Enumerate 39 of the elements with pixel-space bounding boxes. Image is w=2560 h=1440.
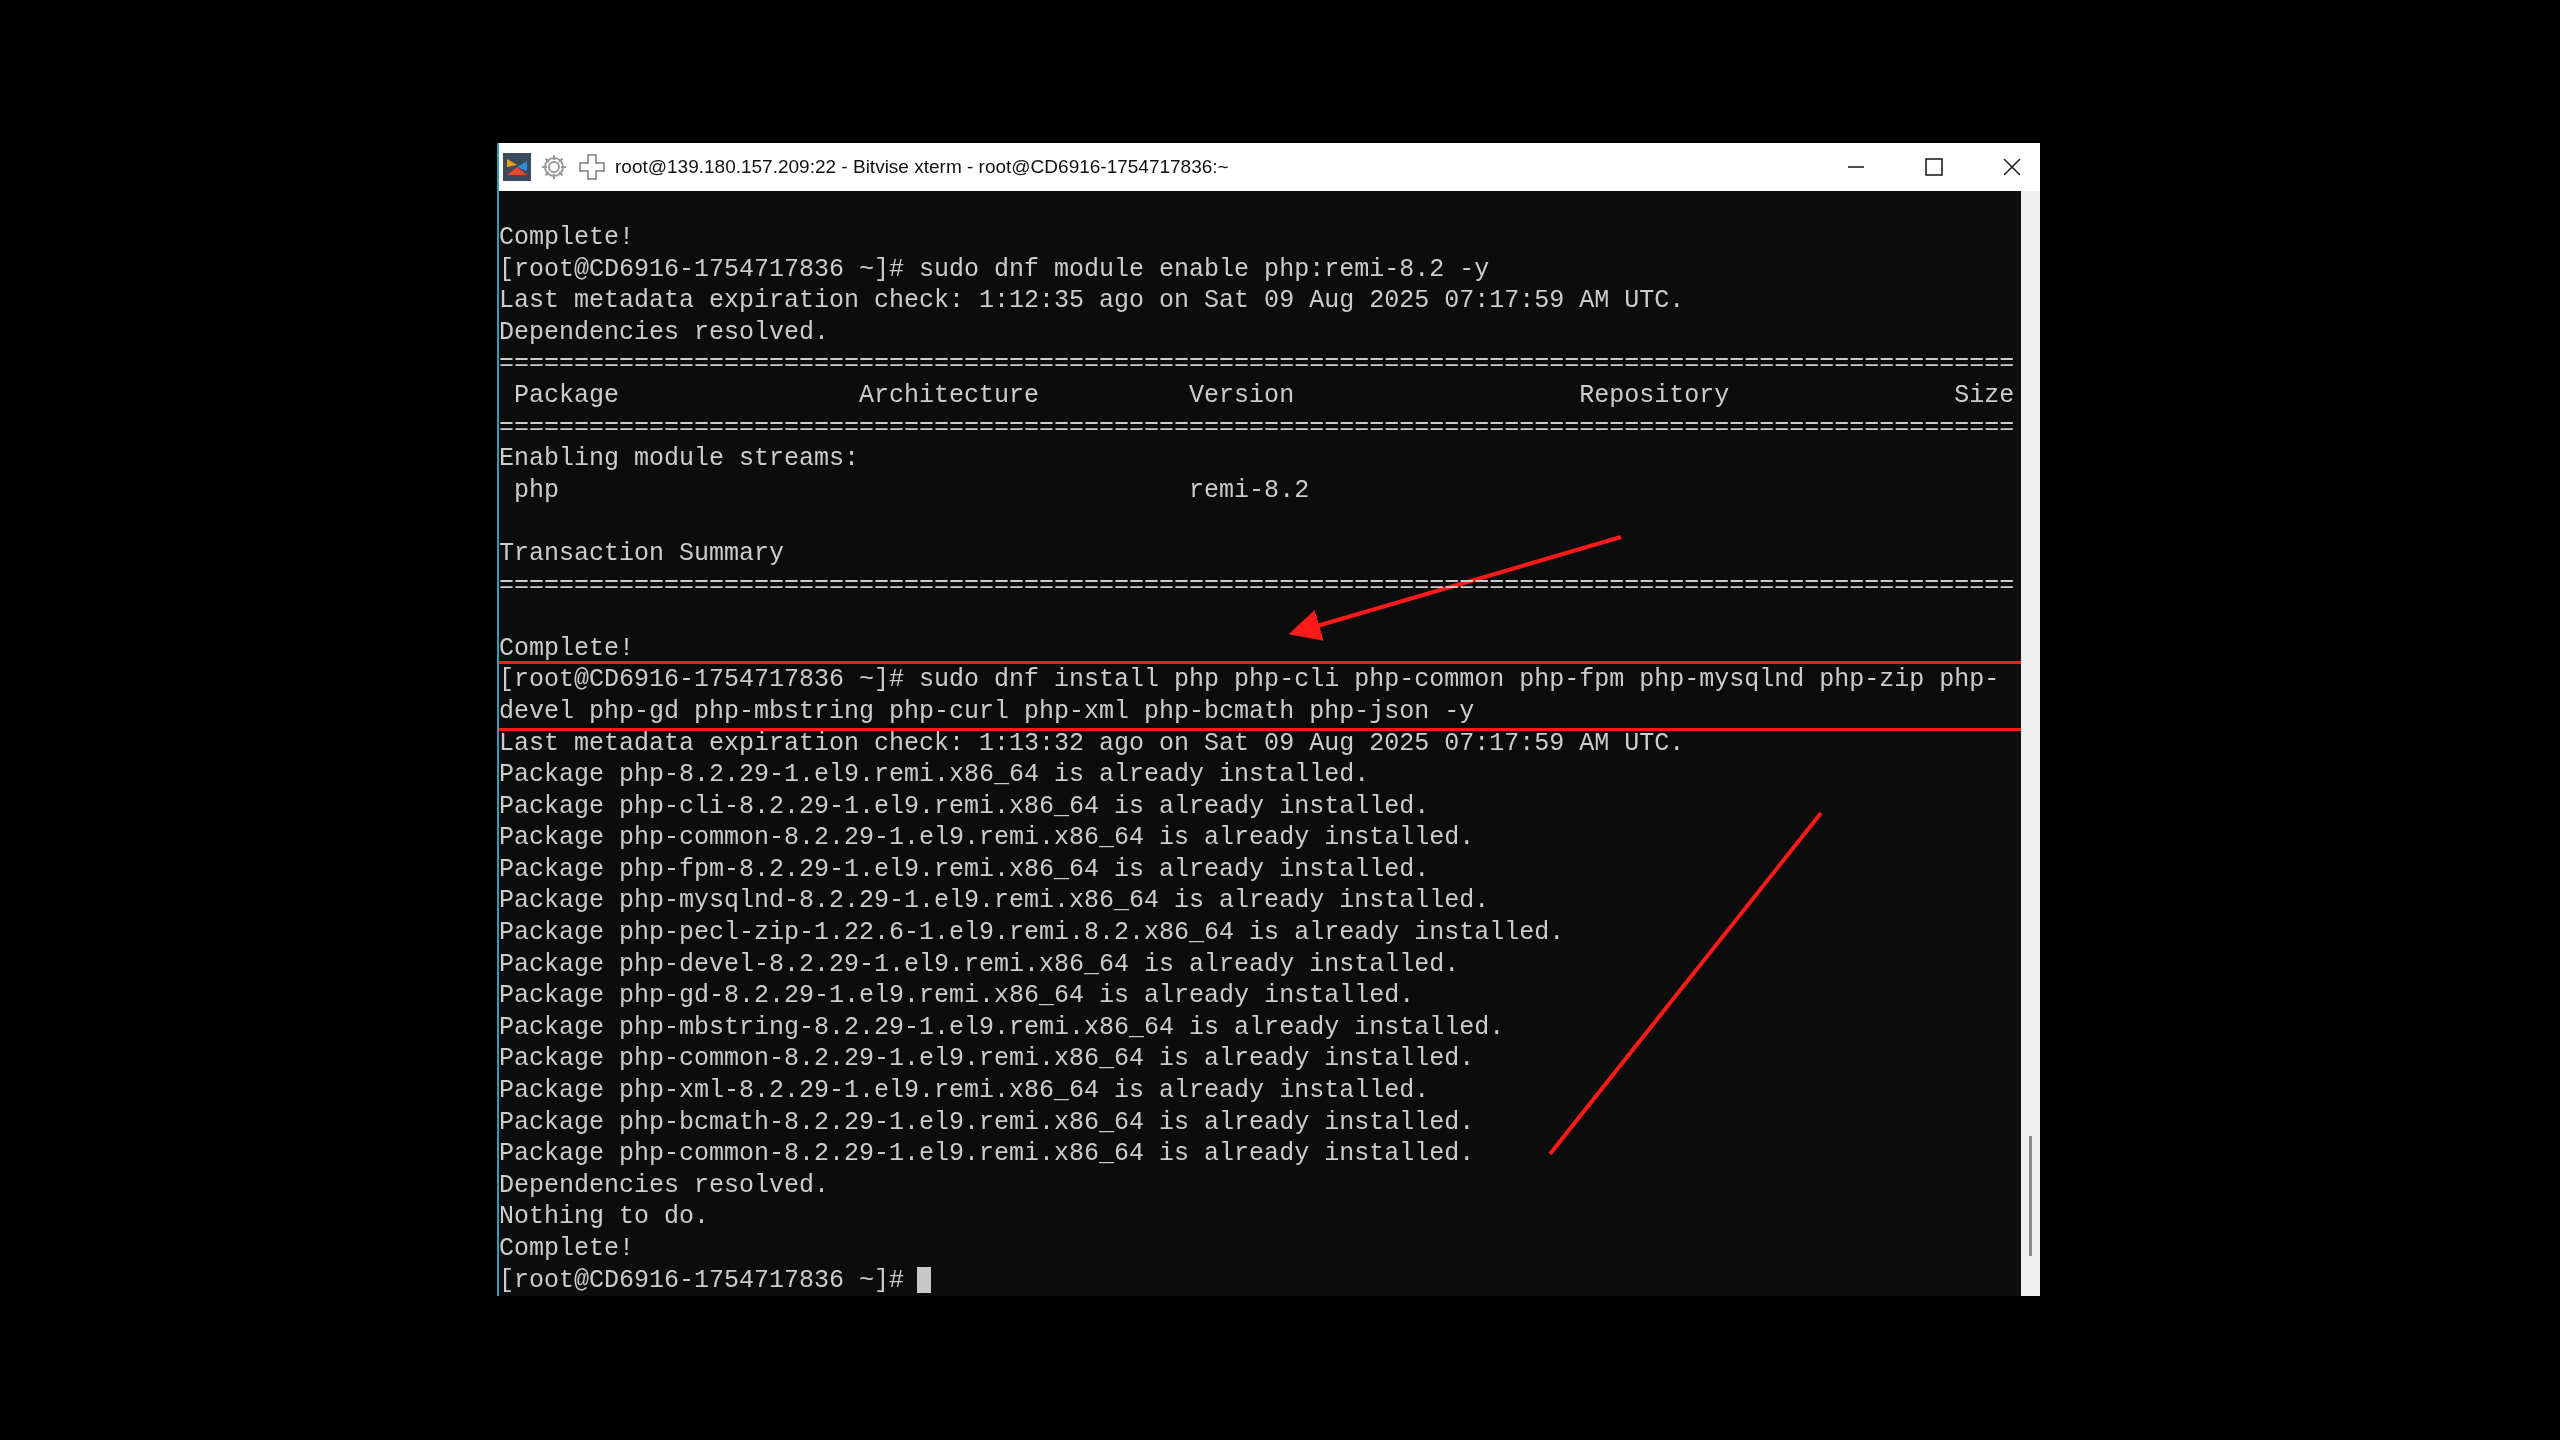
terminal-app-icon[interactable] [503,153,531,181]
terminal-line: Package php-bcmath-8.2.29-1.el9.remi.x86_64 is already installed. [499,1106,1476,1139]
terminal-line: Package php-gd-8.2.29-1.el9.remi.x86_64 is already installed. [499,980,1416,1012]
terminal-line: Transaction Summary [499,537,786,570]
terminal-line: Package php-pecl-zip-1.22.6-1.el9.remi.8.2.x86_64 is already installed. [499,917,1566,949]
terminal-line: Dependencies resolved. [499,316,831,349]
terminal-line: ===================================================================================================== [499,348,2016,380]
terminal-line: Package php-common-8.2.29-1.el9.remi.x86_64 is already installed. [499,822,1476,854]
scrollbar[interactable] [2021,191,2040,1296]
terminal-line: ===================================================================================================== [499,411,2016,444]
terminal-line: php remi-8.2 [513,474,1311,507]
terminal-line: Nothing to do. [499,1201,711,1233]
terminal-line: devel php-gd php-mbstring php-curl php-xml php-bcmath php-json -y [499,695,1476,728]
terminal-line: Package php-8.2.29-1.el9.remi.x86_64 is already installed. [499,759,1371,791]
terminal-line: Package php-common-8.2.29-1.el9.remi.x86_64 is already installed. [499,1043,1476,1076]
terminal-line: Last metadata expiration check: 1:12:35 ago on Sat 09 Aug 2025 07:17:59 AM UTC. [499,285,1686,317]
terminal-line: Dependencies resolved. [499,1169,831,1202]
terminal-line: Package php-common-8.2.29-1.el9.remi.x86_64 is already installed. [499,1138,1476,1170]
terminal-line: Package php-xml-8.2.29-1.el9.remi.x86_64 is already installed. [499,1075,1431,1107]
terminal-line: Enabling module streams: [499,443,861,475]
terminal-line: Complete! [499,222,636,254]
terminal-line: Package php-fpm-8.2.29-1.el9.remi.x86_64 is already installed. [499,853,1431,886]
terminal-line: Package php-devel-8.2.29-1.el9.remi.x86_64 is already installed. [499,948,1461,981]
terminal-line: Complete! [499,1233,636,1265]
terminal-line: [root@CD6916-1754717836 ~]# sudo dnf install php php-cli php-common php-fpm php-mysqlnd php-zip php- [499,664,2001,696]
terminal-line: Package php-cli-8.2.29-1.el9.remi.x86_64 is already installed. [499,790,1431,823]
new-tab-icon[interactable] [577,152,607,182]
terminal-line: Last metadata expiration check: 1:13:32 ago on Sat 09 Aug 2025 07:17:59 AM UTC. [499,727,1686,760]
terminal-line: Complete! [499,632,636,665]
settings-icon[interactable] [539,152,569,182]
terminal-line: Package php-mbstring-8.2.29-1.el9.remi.x86_64 is already installed. [499,1011,1506,1044]
window-title: root@139.180.157.209:22 - Bitvise xterm - root@CD6916-1754717836:~ [615,156,1229,178]
terminal-line: [root@CD6916-1754717836 ~]# [499,1264,905,1296]
maximize-icon[interactable] [1924,157,1944,177]
close-icon[interactable] [2002,157,2022,177]
scrollbar-thumb[interactable] [2029,1136,2032,1256]
terminal-line: Package php-mysqlnd-8.2.29-1.el9.remi.x86_64 is already installed. [499,885,1491,918]
terminal-line: [root@CD6916-1754717836 ~]# sudo dnf module enable php:remi-8.2 -y [499,253,1491,286]
terminal-line: Package Architecture Version Repository Size [513,379,2016,412]
